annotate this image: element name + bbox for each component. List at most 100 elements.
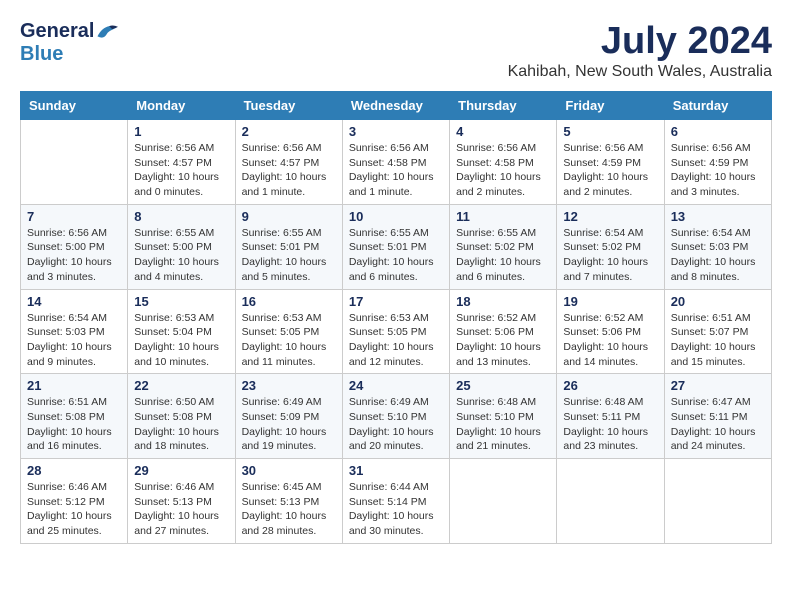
- calendar-table: SundayMondayTuesdayWednesdayThursdayFrid…: [20, 91, 772, 544]
- day-info: Sunrise: 6:55 AM Sunset: 5:01 PM Dayligh…: [349, 226, 443, 285]
- calendar-cell: 24 Sunrise: 6:49 AM Sunset: 5:10 PM Dayli…: [342, 374, 449, 459]
- calendar-cell: 26Sunrise: 6:48 AM Sunset: 5:11 PM Dayli…: [557, 374, 664, 459]
- calendar-cell: [21, 120, 128, 205]
- day-info: Sunrise: 6:51 AM Sunset: 5:08 PM Dayligh…: [27, 395, 121, 454]
- calendar-cell: 28Sunrise: 6:46 AM Sunset: 5:12 PM Dayli…: [21, 459, 128, 544]
- day-number: 4: [456, 124, 550, 139]
- day-number: 23: [242, 378, 336, 393]
- day-info: Sunrise: 6:54 AM Sunset: 5:03 PM Dayligh…: [671, 226, 765, 285]
- calendar-cell: 1 Sunrise: 6:56 AM Sunset: 4:57 PM Daylig…: [128, 120, 235, 205]
- logo-bird-icon: [96, 21, 118, 43]
- day-info: Sunrise: 6:56 AM Sunset: 5:00 PM Dayligh…: [27, 226, 121, 285]
- day-number: 1: [134, 124, 228, 139]
- day-info: Sunrise: 6:56 AM Sunset: 4:58 PM Dayligh…: [349, 141, 443, 200]
- calendar-cell: 30Sunrise: 6:45 AM Sunset: 5:13 PM Dayli…: [235, 459, 342, 544]
- day-number: 13: [671, 209, 765, 224]
- calendar-cell: [664, 459, 771, 544]
- calendar-cell: 31 Sunrise: 6:44 AM Sunset: 5:14 PM Dayli…: [342, 459, 449, 544]
- title-area: July 2024 Kahibah, New South Wales, Aust…: [508, 20, 772, 81]
- calendar-cell: 6 Sunrise: 6:56 AM Sunset: 4:59 PM Daylig…: [664, 120, 771, 205]
- calendar-cell: 29Sunrise: 6:46 AM Sunset: 5:13 PM Dayli…: [128, 459, 235, 544]
- day-info: Sunrise: 6:55 AM Sunset: 5:02 PM Dayligh…: [456, 226, 550, 285]
- week-row-5: 28Sunrise: 6:46 AM Sunset: 5:12 PM Dayli…: [21, 459, 772, 544]
- day-number: 12: [563, 209, 657, 224]
- day-number: 26: [563, 378, 657, 393]
- day-info: Sunrise: 6:50 AM Sunset: 5:08 PM Dayligh…: [134, 395, 228, 454]
- calendar-cell: 21Sunrise: 6:51 AM Sunset: 5:08 PM Dayli…: [21, 374, 128, 459]
- day-number: 8: [134, 209, 228, 224]
- day-info: Sunrise: 6:56 AM Sunset: 4:59 PM Dayligh…: [671, 141, 765, 200]
- day-info: Sunrise: 6:54 AM Sunset: 5:02 PM Dayligh…: [563, 226, 657, 285]
- weekday-header-row: SundayMondayTuesdayWednesdayThursdayFrid…: [21, 92, 772, 120]
- week-row-2: 7 Sunrise: 6:56 AM Sunset: 5:00 PM Daylig…: [21, 204, 772, 289]
- calendar-cell: 17 Sunrise: 6:53 AM Sunset: 5:05 PM Dayli…: [342, 289, 449, 374]
- calendar-cell: 14Sunrise: 6:54 AM Sunset: 5:03 PM Dayli…: [21, 289, 128, 374]
- calendar-cell: 2 Sunrise: 6:56 AM Sunset: 4:57 PM Daylig…: [235, 120, 342, 205]
- weekday-header-thursday: Thursday: [450, 92, 557, 120]
- day-info: Sunrise: 6:56 AM Sunset: 4:58 PM Dayligh…: [456, 141, 550, 200]
- week-row-3: 14Sunrise: 6:54 AM Sunset: 5:03 PM Dayli…: [21, 289, 772, 374]
- calendar-cell: 10Sunrise: 6:55 AM Sunset: 5:01 PM Dayli…: [342, 204, 449, 289]
- day-info: Sunrise: 6:48 AM Sunset: 5:10 PM Dayligh…: [456, 395, 550, 454]
- day-info: Sunrise: 6:49 AM Sunset: 5:09 PM Dayligh…: [242, 395, 336, 454]
- day-info: Sunrise: 6:56 AM Sunset: 4:57 PM Dayligh…: [134, 141, 228, 200]
- calendar-cell: 16 Sunrise: 6:53 AM Sunset: 5:05 PM Dayli…: [235, 289, 342, 374]
- location-title: Kahibah, New South Wales, Australia: [508, 63, 772, 81]
- day-info: Sunrise: 6:55 AM Sunset: 5:01 PM Dayligh…: [242, 226, 336, 285]
- day-number: 16: [242, 294, 336, 309]
- day-number: 7: [27, 209, 121, 224]
- day-info: Sunrise: 6:47 AM Sunset: 5:11 PM Dayligh…: [671, 395, 765, 454]
- day-info: Sunrise: 6:54 AM Sunset: 5:03 PM Dayligh…: [27, 311, 121, 370]
- logo-blue: Blue: [20, 43, 63, 65]
- calendar-cell: 8 Sunrise: 6:55 AM Sunset: 5:00 PM Daylig…: [128, 204, 235, 289]
- month-title: July 2024: [508, 20, 772, 63]
- day-number: 3: [349, 124, 443, 139]
- day-info: Sunrise: 6:46 AM Sunset: 5:13 PM Dayligh…: [134, 480, 228, 539]
- calendar-cell: 18Sunrise: 6:52 AM Sunset: 5:06 PM Dayli…: [450, 289, 557, 374]
- calendar-cell: 27 Sunrise: 6:47 AM Sunset: 5:11 PM Dayli…: [664, 374, 771, 459]
- day-number: 27: [671, 378, 765, 393]
- week-row-4: 21Sunrise: 6:51 AM Sunset: 5:08 PM Dayli…: [21, 374, 772, 459]
- day-info: Sunrise: 6:55 AM Sunset: 5:00 PM Dayligh…: [134, 226, 228, 285]
- week-row-1: 1 Sunrise: 6:56 AM Sunset: 4:57 PM Daylig…: [21, 120, 772, 205]
- calendar-cell: 23 Sunrise: 6:49 AM Sunset: 5:09 PM Dayli…: [235, 374, 342, 459]
- day-info: Sunrise: 6:51 AM Sunset: 5:07 PM Dayligh…: [671, 311, 765, 370]
- day-info: Sunrise: 6:56 AM Sunset: 4:57 PM Dayligh…: [242, 141, 336, 200]
- calendar-cell: 5 Sunrise: 6:56 AM Sunset: 4:59 PM Daylig…: [557, 120, 664, 205]
- weekday-header-sunday: Sunday: [21, 92, 128, 120]
- day-info: Sunrise: 6:52 AM Sunset: 5:06 PM Dayligh…: [563, 311, 657, 370]
- day-number: 17: [349, 294, 443, 309]
- calendar-cell: 12 Sunrise: 6:54 AM Sunset: 5:02 PM Dayli…: [557, 204, 664, 289]
- day-number: 5: [563, 124, 657, 139]
- day-number: 25: [456, 378, 550, 393]
- day-number: 19: [563, 294, 657, 309]
- day-number: 18: [456, 294, 550, 309]
- calendar-cell: 11 Sunrise: 6:55 AM Sunset: 5:02 PM Dayli…: [450, 204, 557, 289]
- day-number: 9: [242, 209, 336, 224]
- day-number: 24: [349, 378, 443, 393]
- day-info: Sunrise: 6:49 AM Sunset: 5:10 PM Dayligh…: [349, 395, 443, 454]
- day-info: Sunrise: 6:53 AM Sunset: 5:05 PM Dayligh…: [349, 311, 443, 370]
- day-info: Sunrise: 6:56 AM Sunset: 4:59 PM Dayligh…: [563, 141, 657, 200]
- day-info: Sunrise: 6:53 AM Sunset: 5:05 PM Dayligh…: [242, 311, 336, 370]
- day-info: Sunrise: 6:44 AM Sunset: 5:14 PM Dayligh…: [349, 480, 443, 539]
- header: General Blue July 2024 Kahibah, New Sout…: [20, 20, 772, 81]
- calendar-cell: 19 Sunrise: 6:52 AM Sunset: 5:06 PM Dayli…: [557, 289, 664, 374]
- day-number: 28: [27, 463, 121, 478]
- calendar-cell: 15Sunrise: 6:53 AM Sunset: 5:04 PM Dayli…: [128, 289, 235, 374]
- calendar-cell: 9 Sunrise: 6:55 AM Sunset: 5:01 PM Daylig…: [235, 204, 342, 289]
- day-number: 2: [242, 124, 336, 139]
- calendar-cell: 7 Sunrise: 6:56 AM Sunset: 5:00 PM Daylig…: [21, 204, 128, 289]
- calendar-cell: 22Sunrise: 6:50 AM Sunset: 5:08 PM Dayli…: [128, 374, 235, 459]
- logo-general: General: [20, 20, 94, 43]
- weekday-header-saturday: Saturday: [664, 92, 771, 120]
- day-number: 30: [242, 463, 336, 478]
- calendar-cell: 13 Sunrise: 6:54 AM Sunset: 5:03 PM Dayli…: [664, 204, 771, 289]
- day-number: 31: [349, 463, 443, 478]
- logo: General Blue: [20, 20, 118, 66]
- day-number: 6: [671, 124, 765, 139]
- day-number: 11: [456, 209, 550, 224]
- calendar-cell: [450, 459, 557, 544]
- calendar-cell: 25 Sunrise: 6:48 AM Sunset: 5:10 PM Dayli…: [450, 374, 557, 459]
- calendar-cell: 4 Sunrise: 6:56 AM Sunset: 4:58 PM Daylig…: [450, 120, 557, 205]
